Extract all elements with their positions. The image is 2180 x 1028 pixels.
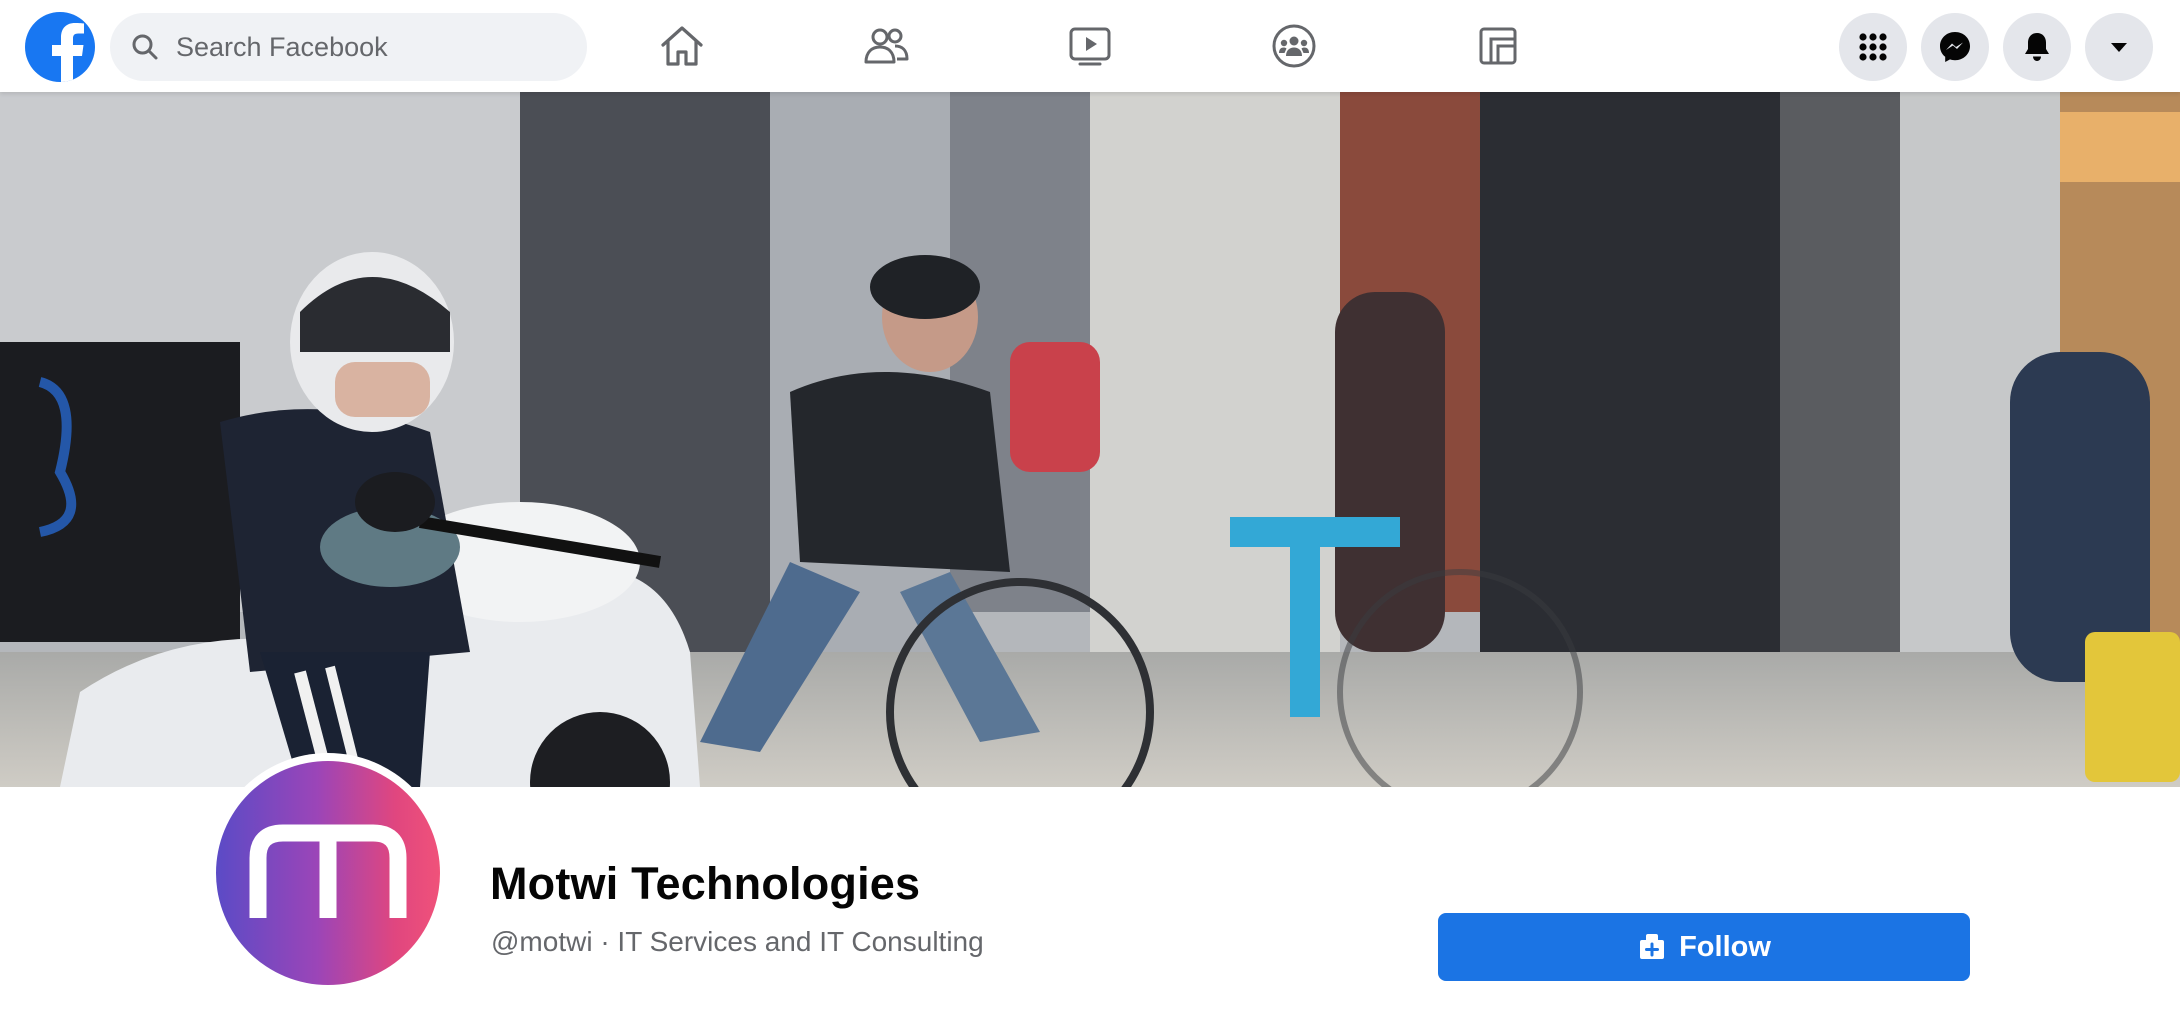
search-icon <box>132 34 158 60</box>
page-title: Motwi Technologies <box>490 858 921 909</box>
top-navigation-bar <box>0 0 2180 92</box>
messenger-button[interactable] <box>1921 13 1989 81</box>
home-icon <box>661 26 703 66</box>
search-bar[interactable] <box>110 13 587 81</box>
nav-gaming[interactable] <box>1438 10 1558 82</box>
nav-groups[interactable] <box>1234 10 1354 82</box>
notifications-bell-icon <box>2025 33 2049 61</box>
menu-button[interactable] <box>1839 13 1907 81</box>
motwi-logo-icon <box>216 761 440 985</box>
account-menu-button[interactable] <box>2085 13 2153 81</box>
page-subtitle: @motwi · IT Services and IT Consulting <box>491 926 984 957</box>
follow-button[interactable]: Follow <box>1438 913 1970 981</box>
account-caret-icon <box>2111 43 2127 52</box>
nav-home[interactable] <box>622 10 742 82</box>
page-avatar[interactable] <box>208 753 448 993</box>
follow-button-label: Follow <box>1679 930 1771 963</box>
notifications-button[interactable] <box>2003 13 2071 81</box>
watch-icon <box>1069 27 1111 66</box>
groups-icon <box>1272 24 1316 68</box>
facebook-logo-icon[interactable] <box>25 12 95 82</box>
search-input[interactable] <box>176 31 556 63</box>
cover-photo <box>0 92 2180 787</box>
nav-watch[interactable] <box>1030 10 1150 82</box>
friends-icon <box>864 28 909 64</box>
gaming-icon <box>1479 27 1517 65</box>
nav-friends[interactable] <box>826 10 946 82</box>
follow-page-icon <box>1640 934 1665 959</box>
menu-grid-icon <box>1859 33 1887 61</box>
messenger-icon <box>1940 32 1970 62</box>
